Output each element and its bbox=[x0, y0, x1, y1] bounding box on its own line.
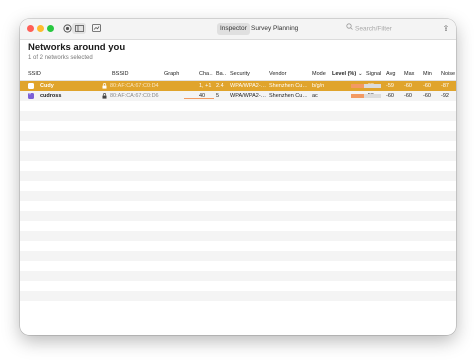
table-cell-min: -60 bbox=[423, 93, 431, 99]
level-bar-fill bbox=[351, 84, 364, 88]
empty-row bbox=[20, 251, 456, 261]
empty-row bbox=[20, 231, 456, 241]
column-security[interactable]: Security bbox=[230, 69, 266, 80]
table-cell-security: WPA/WPA2-… bbox=[230, 93, 266, 99]
empty-row bbox=[20, 281, 456, 291]
sidebar-toggle-icon[interactable] bbox=[72, 23, 86, 34]
tab-inspector[interactable]: Inspector bbox=[217, 23, 250, 35]
sort-indicator-icon[interactable]: ⌄ bbox=[358, 69, 364, 80]
column-level[interactable]: Level (%) bbox=[332, 69, 356, 80]
table-cell-vendor: Shenzhen Cu… bbox=[269, 93, 307, 99]
empty-row bbox=[20, 291, 456, 301]
table-body: Cudy 80:AF:CA:67:C0:D4 1, +1 2.4 WPA/WPA2-… S… bbox=[20, 81, 456, 301]
empty-row bbox=[20, 271, 456, 281]
level-bar-fill bbox=[351, 94, 364, 98]
column-avg[interactable]: Avg bbox=[386, 69, 400, 80]
table-cell-ssid: cudross bbox=[40, 93, 62, 99]
networks-table: SSID BSSID Graph Cha… Ba… Security Vendo… bbox=[20, 69, 456, 301]
column-graph[interactable]: Graph bbox=[164, 69, 192, 80]
column-max[interactable]: Max bbox=[404, 69, 418, 80]
empty-row bbox=[20, 181, 456, 191]
column-vendor[interactable]: Vendor bbox=[269, 69, 307, 80]
table-cell-band: 2.4 bbox=[216, 83, 224, 89]
empty-row bbox=[20, 151, 456, 161]
level-bar bbox=[351, 94, 381, 98]
table-cell-mode: ac bbox=[312, 93, 318, 99]
search-field[interactable]: Search/Filter bbox=[346, 23, 430, 35]
table-cell-bssid: 80:AF:CA:67:C0:D6 bbox=[110, 93, 159, 99]
table-cell-noise: -87 bbox=[441, 83, 449, 89]
empty-row bbox=[20, 141, 456, 151]
network-row[interactable]: cudross 80:AF:CA:67:C0:D6 40 5 WPA/WPA2-…She… bbox=[20, 91, 456, 101]
empty-row bbox=[20, 221, 456, 231]
tab-planning[interactable]: Planning bbox=[270, 23, 301, 35]
network-checkbox[interactable] bbox=[28, 83, 34, 89]
table-cell-max: -60 bbox=[404, 93, 412, 99]
toolbar: Inspector Survey Planning Search/Filter … bbox=[20, 19, 456, 40]
search-icon bbox=[346, 23, 353, 35]
table-cell-avg: -60 bbox=[386, 93, 394, 99]
column-signal[interactable]: Signal bbox=[366, 69, 382, 80]
table-cell-mode: b/g/n bbox=[312, 83, 325, 89]
page-title: Networks around you bbox=[28, 42, 126, 53]
table-cell-channel: 1, +1 bbox=[199, 83, 212, 89]
minimize-window-button[interactable] bbox=[37, 25, 44, 32]
close-window-button[interactable] bbox=[27, 25, 34, 32]
table-cell-channel: 40 bbox=[199, 93, 206, 99]
chart-view-icon[interactable] bbox=[91, 24, 101, 33]
network-row[interactable]: Cudy 80:AF:CA:67:C0:D4 1, +1 2.4 WPA/WPA2-… S… bbox=[20, 81, 456, 91]
app-window: Inspector Survey Planning Search/Filter … bbox=[20, 19, 456, 335]
table-cell-ssid: Cudy bbox=[40, 83, 54, 89]
table-cell-avg: -59 bbox=[386, 83, 394, 89]
column-bssid[interactable]: BSSID bbox=[112, 69, 172, 80]
search-input[interactable]: Search/Filter bbox=[355, 26, 392, 33]
empty-row bbox=[20, 241, 456, 251]
table-cell-min: -60 bbox=[423, 83, 431, 89]
column-band[interactable]: Ba… bbox=[216, 69, 227, 80]
record-icon[interactable] bbox=[62, 24, 72, 33]
zoom-window-button[interactable] bbox=[47, 25, 54, 32]
column-noise[interactable]: Noise bbox=[441, 69, 456, 80]
column-channel[interactable]: Cha… bbox=[199, 69, 213, 80]
table-cell-bssid: 80:AF:CA:67:C0:D4 bbox=[110, 83, 159, 89]
share-icon[interactable]: ⇪ bbox=[441, 23, 451, 35]
empty-row bbox=[20, 171, 456, 181]
empty-row bbox=[20, 161, 456, 171]
empty-row bbox=[20, 261, 456, 271]
selection-count: 1 of 2 networks selected bbox=[28, 55, 93, 61]
table-cell-security: WPA/WPA2-… bbox=[230, 83, 266, 89]
empty-row bbox=[20, 191, 456, 201]
level-bar bbox=[351, 84, 381, 88]
column-mode[interactable]: Mode bbox=[312, 69, 330, 80]
empty-row bbox=[20, 211, 456, 221]
column-min[interactable]: Min bbox=[423, 69, 437, 80]
empty-row bbox=[20, 111, 456, 121]
column-ssid[interactable]: SSID bbox=[28, 69, 108, 80]
empty-row bbox=[20, 101, 456, 111]
empty-row bbox=[20, 201, 456, 211]
table-cell-noise: -92 bbox=[441, 93, 449, 99]
table-header: SSID BSSID Graph Cha… Ba… Security Vendo… bbox=[20, 69, 456, 81]
table-cell-max: -60 bbox=[404, 83, 412, 89]
table-cell-vendor: Shenzhen Cu… bbox=[269, 83, 307, 89]
empty-row bbox=[20, 131, 456, 141]
empty-row bbox=[20, 121, 456, 131]
lock-icon bbox=[102, 91, 107, 101]
lock-icon bbox=[102, 81, 107, 91]
table-cell-band: 5 bbox=[216, 93, 220, 99]
network-checkbox[interactable] bbox=[28, 91, 34, 99]
